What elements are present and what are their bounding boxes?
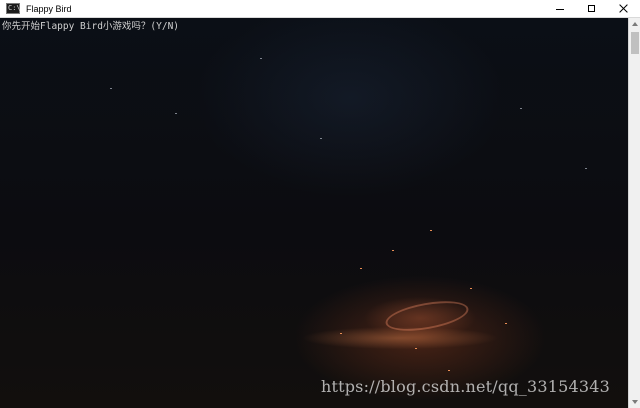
spark — [360, 268, 362, 269]
scroll-down-icon[interactable] — [629, 396, 640, 408]
minimize-icon[interactable] — [544, 0, 576, 18]
window-controls — [544, 0, 640, 18]
spark — [415, 348, 417, 349]
spark — [260, 58, 262, 59]
spark — [110, 88, 112, 89]
spark — [585, 168, 587, 169]
watermark-url: https://blog.csdn.net/qq_33154343 — [320, 377, 610, 396]
console-window: C:\ Flappy Bird 你先开始Flappy Bird小游戏吗？(Y/N… — [0, 0, 640, 408]
vertical-scrollbar[interactable] — [628, 18, 640, 408]
console-prompt: 你先开始Flappy Bird小游戏吗？(Y/N) — [2, 21, 180, 32]
console-icon: C:\ — [6, 3, 21, 14]
spark — [320, 138, 322, 139]
spark — [175, 113, 177, 114]
maximize-icon[interactable] — [576, 0, 608, 18]
scroll-thumb[interactable] — [631, 32, 639, 54]
scroll-up-icon[interactable] — [629, 18, 640, 30]
spark — [470, 288, 472, 289]
spark — [430, 230, 432, 231]
spark — [520, 108, 522, 109]
spark — [392, 250, 394, 251]
title-bar[interactable]: C:\ Flappy Bird — [0, 0, 640, 18]
close-icon[interactable] — [608, 0, 640, 18]
spark — [505, 323, 507, 324]
spark — [340, 333, 342, 334]
spark — [448, 370, 450, 371]
window-title: Flappy Bird — [26, 3, 72, 14]
console-area[interactable]: 你先开始Flappy Bird小游戏吗？(Y/N) https://blog.c… — [0, 18, 628, 408]
